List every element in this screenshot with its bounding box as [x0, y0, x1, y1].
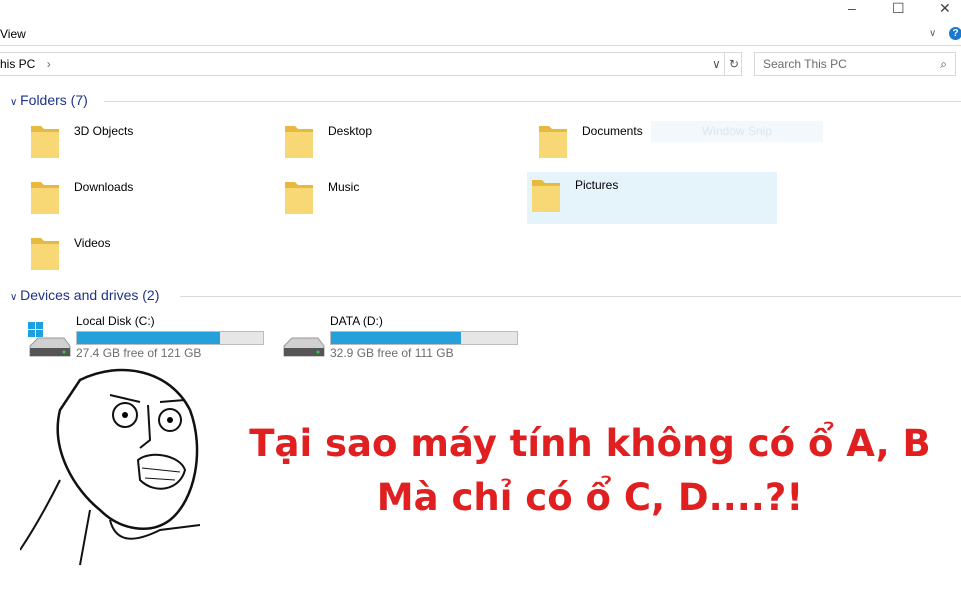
- pictures-icon: [532, 180, 560, 212]
- caption-line-2: Mà chỉ có ổ C, D....?!: [376, 476, 804, 519]
- drive-label: DATA (D:): [330, 314, 383, 328]
- close-button[interactable]: ✕: [939, 0, 951, 17]
- folder-label: Downloads: [74, 180, 134, 194]
- folder-label: Videos: [74, 236, 111, 250]
- drive-item[interactable]: Local Disk (C:) 27.4 GB free of 121 GB: [26, 314, 276, 366]
- downloads-icon: [31, 182, 59, 214]
- minimize-button[interactable]: –: [848, 0, 856, 16]
- documents-icon: [539, 126, 567, 158]
- system-drive-icon: [28, 322, 71, 357]
- caption-line-1: Tại sao máy tính không có ổ A, B: [249, 422, 931, 465]
- group-header-folders[interactable]: ∨ Folders (7): [10, 92, 88, 108]
- search-icon: ⌕: [940, 57, 947, 71]
- folder-item[interactable]: Music: [280, 174, 530, 226]
- drive-usage-bar: [330, 331, 518, 345]
- y-u-no-meme-face: [20, 368, 201, 566]
- folder-label: 3D Objects: [74, 124, 134, 138]
- folder-label: Pictures: [575, 178, 619, 192]
- address-bar[interactable]: his PC › ∨ ↻: [0, 52, 742, 76]
- drive-icon: [283, 337, 325, 357]
- folder-item[interactable]: 3D Objects: [26, 118, 276, 170]
- drive-free-space: 32.9 GB free of 111 GB: [330, 346, 454, 360]
- search-input[interactable]: Search This PC ⌕: [754, 52, 956, 76]
- music-icon: [285, 182, 313, 214]
- group-header-drives[interactable]: ∨ Devices and drives (2): [10, 287, 159, 303]
- chevron-right-icon: ›: [46, 57, 51, 71]
- folder-label: Music: [328, 180, 360, 194]
- drive-item[interactable]: DATA (D:) 32.9 GB free of 111 GB: [280, 314, 530, 366]
- drive-usage-bar: [76, 331, 264, 345]
- ribbon-expand-icon[interactable]: ∨: [929, 28, 936, 39]
- breadcrumb[interactable]: his PC: [0, 57, 35, 71]
- videos-icon: [31, 238, 59, 270]
- desktop-icon: [285, 126, 313, 158]
- drive-free-space: 27.4 GB free of 121 GB: [76, 346, 202, 360]
- drive-label: Local Disk (C:): [76, 314, 155, 328]
- folder-item[interactable]: Pictures: [527, 172, 777, 224]
- window-snip-ghost: Window Snip: [651, 121, 823, 142]
- maximize-button[interactable]: ☐: [892, 0, 905, 17]
- folder-label: Desktop: [328, 124, 373, 138]
- folder-item[interactable]: Downloads: [26, 174, 276, 226]
- 3d-objects-icon: [31, 126, 59, 158]
- tab-view[interactable]: View: [0, 27, 26, 41]
- folder-item[interactable]: Videos: [26, 230, 276, 282]
- help-icon[interactable]: ?: [949, 27, 961, 40]
- folder-label: Documents: [582, 124, 643, 138]
- refresh-icon[interactable]: ↻: [724, 53, 743, 75]
- chevron-down-icon[interactable]: ∨: [712, 53, 721, 75]
- folder-item[interactable]: Desktop: [280, 118, 530, 170]
